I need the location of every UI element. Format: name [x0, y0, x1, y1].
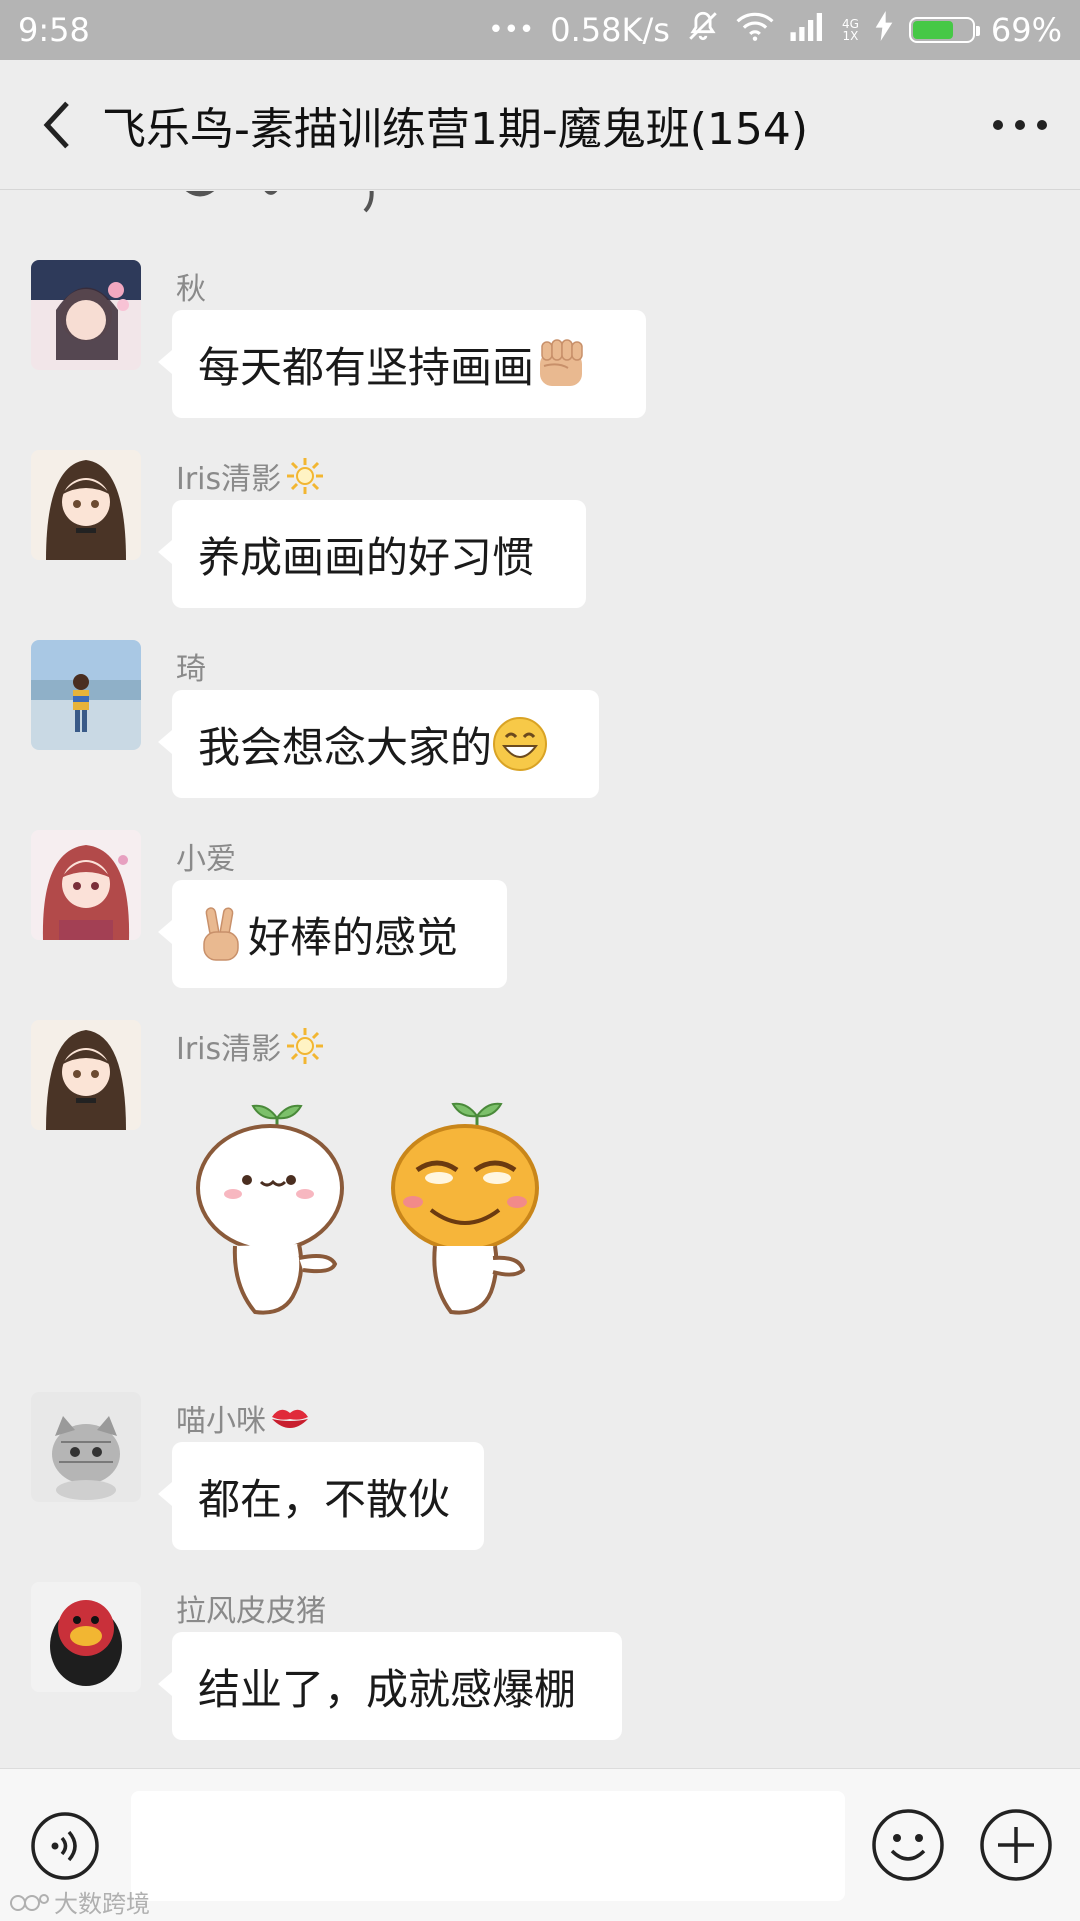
chat-title: 飞乐鸟-素描训练营1期-魔鬼班(154) — [102, 103, 809, 155]
status-bar: 9:58 ••• 0.58K/s 4G 1X 69% — [0, 0, 1080, 60]
input-bar — [0, 1768, 1080, 1921]
voice-button[interactable] — [30, 1811, 100, 1881]
avatar[interactable] — [31, 1020, 141, 1130]
back-button[interactable] — [12, 60, 102, 189]
watermark: 大数跨境 — [10, 1884, 150, 1919]
sun-emoji — [287, 1028, 324, 1064]
message-input[interactable] — [131, 1791, 845, 1901]
sun-emoji — [287, 458, 324, 494]
status-dots: ••• — [488, 15, 535, 45]
message-bubble[interactable]: 养成画画的好习惯 — [158, 500, 586, 608]
plus-icon — [980, 1809, 1052, 1881]
battery-icon — [908, 17, 980, 43]
avatar[interactable] — [31, 640, 141, 750]
two-sprout-characters-sticker[interactable] — [195, 1090, 555, 1330]
chevron-left-icon — [43, 101, 69, 148]
wifi-icon — [736, 11, 774, 49]
partial-sticker — [185, 191, 374, 213]
sender-name: Iris清影 — [176, 454, 325, 498]
message-bubble[interactable]: 我会想念大家的 — [158, 690, 599, 798]
more-actions-button[interactable] — [978, 1807, 1054, 1883]
mute-icon — [686, 9, 720, 51]
smiley-icon — [872, 1809, 944, 1881]
message-text: 我会想念大家的 — [198, 722, 493, 772]
message-bubble[interactable]: 每天都有坚持画画 — [158, 310, 646, 418]
avatar[interactable] — [31, 1582, 141, 1692]
signal-icon — [790, 11, 826, 49]
chat-header: 飞乐鸟-素描训练营1期-魔鬼班(154) — [0, 60, 1080, 190]
battery-percent: 69% — [990, 11, 1062, 49]
lips-emoji — [272, 1409, 308, 1428]
message-bubble[interactable]: 结业了，成就感爆棚 — [158, 1632, 622, 1740]
message-bubble[interactable]: 都在，不散伙 — [158, 1442, 484, 1550]
message-bubble[interactable]: 好棒的感觉 — [158, 880, 507, 988]
sender-name: 拉风皮皮猪 — [176, 1594, 326, 1629]
sender-name: 琦 — [176, 652, 206, 687]
sender-name: Iris清影 — [176, 1024, 325, 1068]
sender-name: 秋 — [176, 272, 206, 307]
status-indicators: ••• 0.58K/s 4G 1X 69% — [488, 9, 1062, 51]
message-text: 养成画画的好习惯 — [198, 532, 535, 582]
message-text: 结业了，成就感爆棚 — [198, 1664, 577, 1714]
message-text: 好棒的感觉 — [248, 912, 459, 962]
avatar[interactable] — [31, 830, 141, 940]
avatar[interactable] — [31, 1392, 141, 1502]
battery-fill — [912, 21, 953, 39]
fist-emoji — [540, 339, 583, 386]
voice-icon — [31, 1812, 99, 1880]
message-text: 都在，不散伙 — [198, 1474, 451, 1524]
network-type: 4G 1X — [841, 17, 859, 43]
grin-emoji — [493, 717, 548, 771]
victory-hand-emoji — [203, 907, 239, 961]
network-speed: 0.58K/s — [550, 11, 670, 49]
message-text: 每天都有坚持画画 — [198, 342, 535, 392]
more-horizontal-icon — [993, 119, 1047, 130]
chat-area[interactable]: 秋 每天都有坚持画画 Iris清影 养成画画的好习惯 琦 我会想念大家的 小爱 … — [0, 191, 1080, 1768]
sender-name: 喵小咪 — [176, 1396, 310, 1440]
status-time: 9:58 — [18, 11, 90, 49]
sender-name: 小爱 — [176, 842, 236, 877]
charging-icon — [875, 11, 893, 49]
avatar[interactable] — [31, 260, 141, 370]
avatar[interactable] — [31, 450, 141, 560]
more-button[interactable] — [960, 60, 1080, 189]
emoji-button[interactable] — [870, 1807, 946, 1883]
watermark-logo — [10, 1893, 49, 1911]
